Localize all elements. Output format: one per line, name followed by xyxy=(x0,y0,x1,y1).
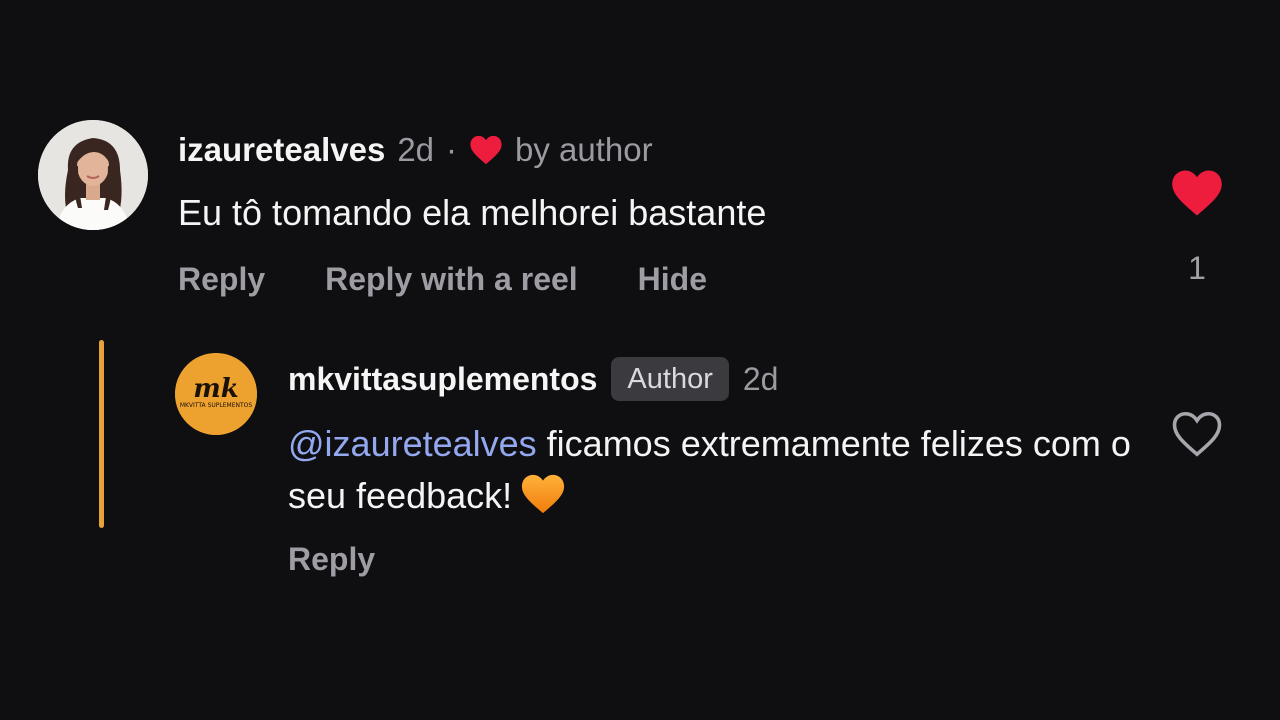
meta-separator: · xyxy=(446,131,458,168)
mention-link[interactable]: @izauretealves xyxy=(288,423,537,464)
reply-meta: mkvittasuplementos Author 2d xyxy=(288,357,778,401)
liked-by-author-label: by author xyxy=(515,131,653,168)
user-photo xyxy=(38,120,148,230)
reply-button[interactable]: Reply xyxy=(178,259,265,299)
thread-line xyxy=(99,340,104,528)
reply-with-reel-button[interactable]: Reply with a reel xyxy=(325,259,578,299)
comment-username[interactable]: izauretealves xyxy=(178,129,385,171)
heart-icon[interactable] xyxy=(1170,168,1224,218)
svg-text:mk: mk xyxy=(193,374,239,404)
reply-username[interactable]: mkvittasuplementos xyxy=(288,357,597,401)
author-badge: Author xyxy=(611,357,729,401)
avatar[interactable] xyxy=(38,120,148,230)
orange-heart-icon xyxy=(520,472,566,516)
heart-icon xyxy=(469,134,503,166)
reply-button[interactable]: Reply xyxy=(288,539,375,579)
comments-view: izauretealves 2d · by author Eu tô toman… xyxy=(0,0,1280,720)
avatar[interactable]: mk MKVITTA SUPLEMENTOS xyxy=(175,353,257,435)
reply-time: 2d xyxy=(742,361,779,397)
comment-time: 2d xyxy=(397,131,435,168)
brand-logo: mk MKVITTA SUPLEMENTOS xyxy=(175,353,257,435)
svg-text:MKVITTA SUPLEMENTOS: MKVITTA SUPLEMENTOS xyxy=(180,402,253,409)
comment-actions: Reply Reply with a reel Hide xyxy=(178,259,707,299)
comment-text: Eu tô tomando ela melhorei bastante xyxy=(178,192,767,233)
heart-outline-icon[interactable] xyxy=(1170,409,1224,459)
like-count: 1 xyxy=(1188,250,1206,286)
comment-meta: izauretealves 2d · by author xyxy=(178,129,653,171)
hide-button[interactable]: Hide xyxy=(638,259,707,299)
reply-text: @izauretealves ficamos extremamente feli… xyxy=(288,418,1148,522)
reply-actions: Reply xyxy=(288,539,375,579)
